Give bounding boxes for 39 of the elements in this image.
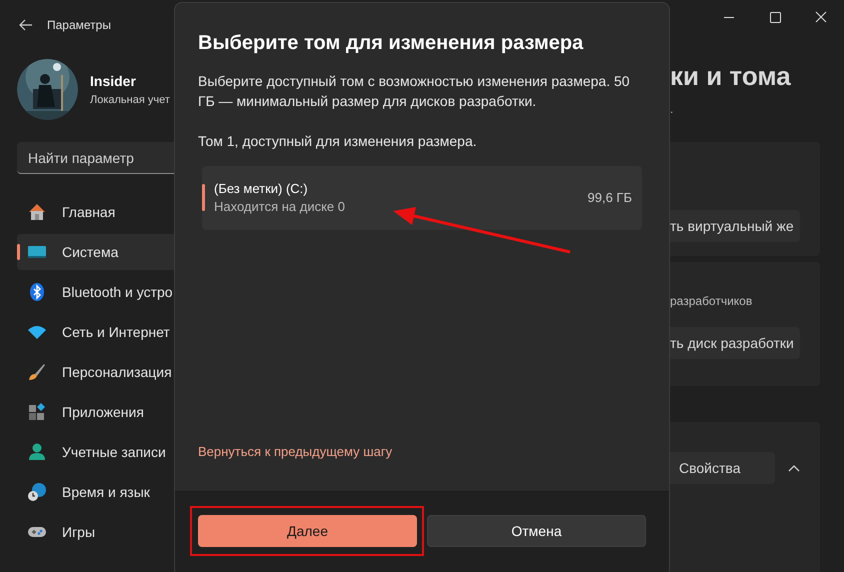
house-icon [27,202,47,222]
volume-name: (Без метки) (C:) [214,180,309,198]
nav-item[interactable]: Игры [17,514,174,550]
dev-drive-button[interactable]: ть диск разработки [670,327,800,359]
nav-item[interactable]: Учетные записи [17,434,174,470]
properties-button[interactable]: Свойства [670,452,775,484]
nav-item[interactable]: Сеть и Интернет [17,314,174,350]
chevron-up-icon[interactable] [788,464,800,472]
nav-item[interactable]: Приложения [17,394,174,430]
volume-list-label: Том 1, доступный для изменения размера. [198,132,478,151]
dev-drive-text: разработчиков [670,293,752,310]
window-title: Параметры [47,17,111,34]
volume-item[interactable]: (Без метки) (C:) Находится на диске 0 99,6 ГБ [202,166,642,230]
dialog-title: Выберите том для изменения размера [198,31,584,56]
virtual-disk-button[interactable]: ть виртуальный же [670,210,800,242]
volume-size: 99,6 ГБ [588,189,632,208]
nav-item[interactable]: Bluetooth и устро [17,274,174,310]
account-type: Локальная учет [90,92,170,108]
back-link[interactable]: Вернуться к предыдущему шагу [198,442,392,461]
dialog-description: Выберите доступный том с возможностью изменения размера. 50 ГБ — минимальный размер для дисков разработки. [198,72,631,111]
next-button[interactable]: Далее [198,515,417,547]
page-subtitle: . [670,102,674,116]
selection-indicator [202,184,205,211]
search-field[interactable]: Найти параметр [17,142,174,174]
brush-icon [27,362,47,382]
globe-clock-icon [27,482,47,502]
selection-indicator [17,244,20,260]
nav-item[interactable]: Время и язык [17,474,174,510]
person-icon [27,442,47,462]
nav-item[interactable]: Главная [17,194,174,230]
cancel-button[interactable]: Отмена [427,515,646,547]
page-title: ки и тома [670,60,792,92]
nav-item[interactable]: Персонализация [17,354,174,390]
volume-location: Находится на диске 0 [214,198,345,216]
user-name: Insider [90,72,137,91]
back-arrow-icon[interactable] [19,19,33,31]
apps-icon [27,402,47,422]
bluetooth-icon [27,282,47,302]
nav-item[interactable]: Система [17,234,174,270]
